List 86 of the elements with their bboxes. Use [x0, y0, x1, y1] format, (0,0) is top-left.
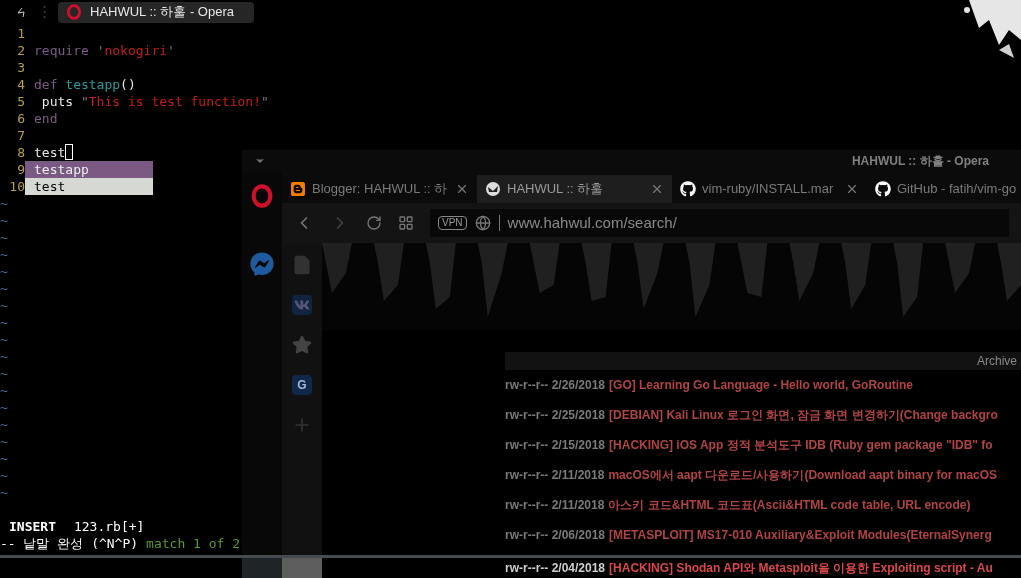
- code-text: ": [261, 93, 269, 110]
- empty-line-marker: ~: [0, 348, 8, 365]
- line-number: 7: [16, 127, 25, 144]
- panel-badge[interactable]: G: [292, 375, 312, 395]
- line-number: 5: [16, 93, 25, 110]
- post-meta: rw-r--r-- 2/15/2018: [505, 437, 606, 454]
- post-link[interactable]: [GO] Learning Go Language - Hello world, GoRoutine: [609, 376, 914, 394]
- post-meta: rw-r--r-- 2/06/2018: [505, 527, 606, 544]
- browser-tab[interactable]: HAHWUL :: 하훌: [477, 175, 672, 203]
- code-text: ": [80, 93, 89, 110]
- code-text: test: [34, 144, 66, 161]
- line-number: 10: [8, 178, 25, 195]
- address-field[interactable]: VPN www.hahwul.com/search/: [430, 209, 1009, 237]
- line-number: 1: [16, 25, 25, 42]
- empty-line-marker: ~: [0, 450, 8, 467]
- post-link[interactable]: [HACKING] iOS App 정적 분석도구 IDB (Ruby gem package "IDB" fo: [609, 436, 993, 454]
- empty-line-marker: ~: [0, 195, 8, 212]
- status-message: -- 낱말 완성 (^N^P): [0, 535, 139, 552]
- line-number: 6: [16, 110, 25, 127]
- completion-item[interactable]: testapp: [25, 161, 153, 178]
- github-icon: [680, 181, 696, 197]
- blogger-icon: [290, 181, 306, 197]
- url-text: www.hahwul.com/search/: [507, 212, 677, 233]
- match-count: match 1 of 2: [146, 535, 240, 552]
- reload-icon[interactable]: [366, 215, 382, 231]
- empty-line-marker: ~: [0, 212, 8, 229]
- close-icon[interactable]: [845, 182, 859, 196]
- close-icon[interactable]: [650, 182, 664, 196]
- close-icon[interactable]: [455, 182, 469, 196]
- globe-icon: [474, 215, 491, 231]
- code-text: This is test function!: [88, 93, 261, 110]
- line-number: 8: [16, 144, 25, 161]
- code-text: nokogiri: [104, 42, 168, 59]
- vk-icon[interactable]: [292, 295, 312, 315]
- github-icon: [875, 181, 891, 197]
- line-number: 3: [16, 59, 25, 76]
- code-text: ': [96, 42, 105, 59]
- empty-line-marker: ~: [0, 416, 8, 433]
- empty-line-marker: ~: [0, 382, 8, 399]
- taskbar-button[interactable]: HAHWUL :: 하훌 - Opera: [58, 1, 254, 23]
- empty-line-marker: ~: [0, 263, 8, 280]
- empty-line-marker: ~: [0, 467, 8, 484]
- opera-logo-icon: [250, 184, 274, 208]
- post-meta: rw-r--r-- 2/26/2018: [505, 377, 606, 394]
- post-link[interactable]: [METASPLOIT] MS17-010 Auxiliary&Exploit Modules(EternalSynerg: [609, 526, 992, 544]
- completion-item[interactable]: test: [25, 178, 153, 195]
- window-title: HAHWUL :: 하훌 - Opera: [851, 153, 989, 170]
- code-text: ': [167, 42, 175, 59]
- empty-line-marker: ~: [0, 297, 8, 314]
- file-name: 123.rb[+]: [73, 518, 145, 535]
- code-text: end: [34, 110, 58, 127]
- scribble-icon: [17, 6, 25, 18]
- empty-line-marker: ~: [0, 314, 8, 331]
- vpn-badge[interactable]: VPN: [438, 216, 467, 230]
- post-meta: rw-r--r-- 2/11/2018: [505, 497, 605, 514]
- archive-heading: Archive: [977, 353, 1017, 370]
- code-text: puts: [40, 93, 75, 110]
- empty-line-marker: ~: [0, 246, 8, 263]
- line-number: 2: [16, 42, 25, 59]
- empty-line-marker: ~: [0, 433, 8, 450]
- empty-line-marker: ~: [0, 280, 8, 297]
- code-text: testapp: [65, 76, 121, 93]
- site-icon: [485, 181, 501, 197]
- post-link[interactable]: 아스키 코드&HTML 코드표(Ascii&HTML code table, URL encode): [608, 496, 971, 514]
- code-text: def: [34, 76, 59, 93]
- mode-indicator: INSERT: [8, 518, 56, 535]
- empty-line-marker: ~: [0, 484, 8, 501]
- messenger-icon[interactable]: [250, 252, 274, 276]
- post-meta: rw-r--r-- 2/04/2018: [505, 560, 606, 577]
- grip-icon: [43, 5, 46, 19]
- empty-line-marker: ~: [0, 365, 8, 382]
- tabs-grid-icon[interactable]: [398, 215, 414, 231]
- post-link[interactable]: [DEBIAN] Kali Linux 로그인 화면, 잠금 화면 변경하기(Change backgro: [609, 406, 998, 424]
- code-text: require: [34, 42, 90, 59]
- opera-logo-icon: [66, 4, 82, 20]
- post-link[interactable]: [HACKING] Shodan API와 Metasploit을 이용한 Exploiting script - Au: [609, 559, 993, 577]
- empty-line-marker: ~: [0, 399, 8, 416]
- line-number: 9: [16, 161, 25, 178]
- code-text: (): [120, 76, 136, 93]
- empty-line-marker: ~: [0, 331, 8, 348]
- post-meta: rw-r--r-- 2/11/2018: [505, 467, 605, 484]
- empty-line-marker: ~: [0, 229, 8, 246]
- post-meta: rw-r--r-- 2/25/2018: [505, 407, 606, 424]
- line-number: 4: [16, 76, 25, 93]
- post-link[interactable]: macOS에서 aapt 다운로드/사용하기(Download aapt binary for macOS: [608, 466, 998, 484]
- star-icon[interactable]: [292, 335, 312, 355]
